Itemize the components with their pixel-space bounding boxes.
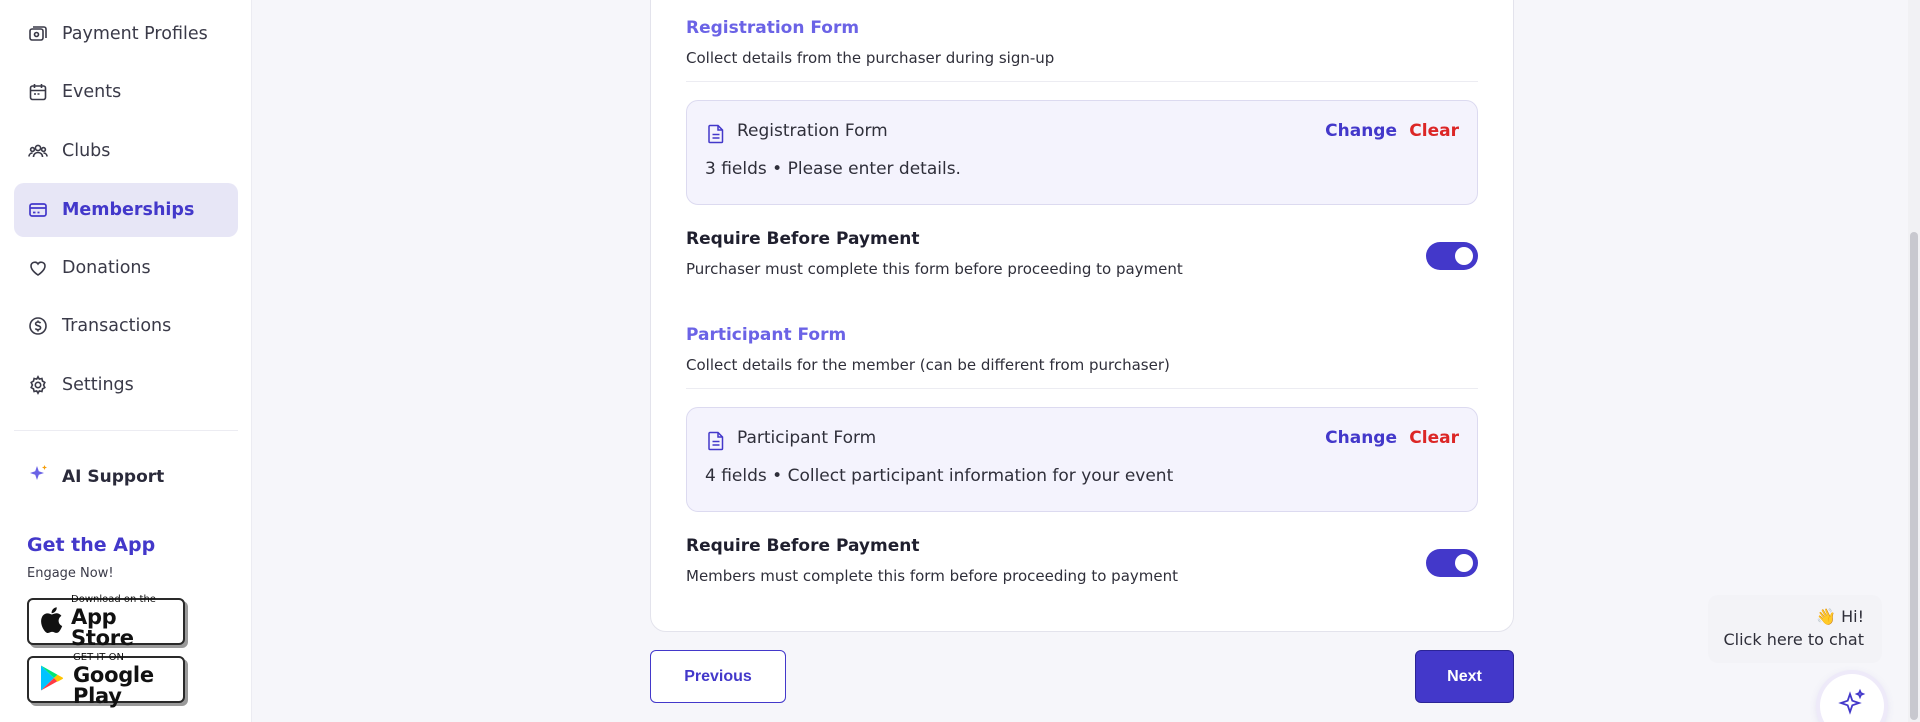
gear-icon [28,375,48,395]
registration-require-toggle[interactable] [1426,242,1478,270]
app-store-small-text: Download on the [71,593,156,605]
ai-support-label: AI Support [62,467,165,487]
registration-section-desc: Collect details from the purchaser durin… [686,49,1055,67]
registration-section-title: Registration Form [686,18,860,38]
heart-icon [28,258,48,278]
sidebar-item-settings[interactable]: Settings [14,358,238,412]
participant-section-title: Participant Form [686,325,847,345]
google-play-icon [39,664,65,696]
participant-form-name: Participant Form [737,428,877,448]
participant-form-card: Participant Form Change Clear 4 fields •… [686,407,1478,512]
participant-section-desc: Collect details for the member (can be d… [686,356,1170,374]
participant-require-title: Require Before Payment [686,536,920,556]
next-button[interactable]: Next [1415,650,1514,703]
sparkle-icon [26,463,50,491]
sidebar: Payment Profiles Events Clubs Membership… [0,0,252,722]
registration-form-card: Registration Form Change Clear 3 fields … [686,100,1478,205]
ai-support-button[interactable]: AI Support [14,450,238,504]
document-icon [707,431,725,455]
registration-divider [686,81,1478,82]
sidebar-item-memberships[interactable]: Memberships [14,183,238,237]
chat-greeting: 👋 Hi! [1816,607,1864,626]
toggle-knob [1455,247,1473,265]
chat-launcher-button[interactable] [1820,674,1884,722]
sidebar-item-payment-profiles[interactable]: Payment Profiles [14,7,238,61]
participant-clear-button[interactable]: Clear [1409,428,1459,448]
chat-prompt-bubble[interactable]: 👋 Hi! Click here to chat [1708,595,1882,663]
previous-button[interactable]: Previous [650,650,786,703]
participant-require-toggle[interactable] [1426,549,1478,577]
get-app-title: Get the App [27,534,156,556]
registration-require-desc: Purchaser must complete this form before… [686,260,1183,278]
sidebar-item-label: Clubs [62,141,111,161]
sidebar-item-label: Payment Profiles [62,24,208,44]
sidebar-item-label: Events [62,82,122,102]
apple-icon [39,606,63,638]
chat-cta: Click here to chat [1723,630,1864,649]
sidebar-item-label: Settings [62,375,134,395]
participant-divider [686,388,1478,389]
app-store-big-text: App Store [71,604,134,650]
dollar-circle-icon [28,316,48,336]
google-play-small-text: GET IT ON [73,651,124,663]
app-store-badge[interactable]: Download on the App Store [27,593,185,648]
google-play-badge[interactable]: GET IT ON Google Play [27,651,185,706]
users-icon [28,141,48,161]
participant-change-button[interactable]: Change [1325,428,1397,448]
get-app-subtitle: Engage Now! [27,566,114,581]
sidebar-divider [14,430,238,431]
sidebar-item-clubs[interactable]: Clubs [14,124,238,178]
registration-fields-summary: 3 fields • Please enter details. [705,159,961,179]
calendar-icon [28,82,48,102]
registration-clear-button[interactable]: Clear [1409,121,1459,141]
participant-require-desc: Members must complete this form before p… [686,567,1178,585]
sparkle-icon [1836,688,1868,722]
toggle-knob [1455,554,1473,572]
sidebar-item-donations[interactable]: Donations [14,241,238,295]
sidebar-item-label: Transactions [62,316,172,336]
participant-fields-summary: 4 fields • Collect participant informati… [705,466,1174,486]
registration-change-button[interactable]: Change [1325,121,1397,141]
page-scrollbar[interactable] [1908,0,1920,722]
payment-profile-icon [28,24,48,44]
google-play-big-text: Google Play [73,662,154,708]
scrollbar-thumb[interactable] [1910,232,1918,720]
sidebar-item-events[interactable]: Events [14,65,238,119]
sidebar-item-transactions[interactable]: Transactions [14,299,238,353]
document-icon [707,124,725,148]
registration-form-name: Registration Form [737,121,888,141]
registration-require-title: Require Before Payment [686,229,920,249]
sidebar-item-label: Memberships [62,200,195,220]
sidebar-item-label: Donations [62,258,151,278]
membership-card-icon [28,200,48,220]
